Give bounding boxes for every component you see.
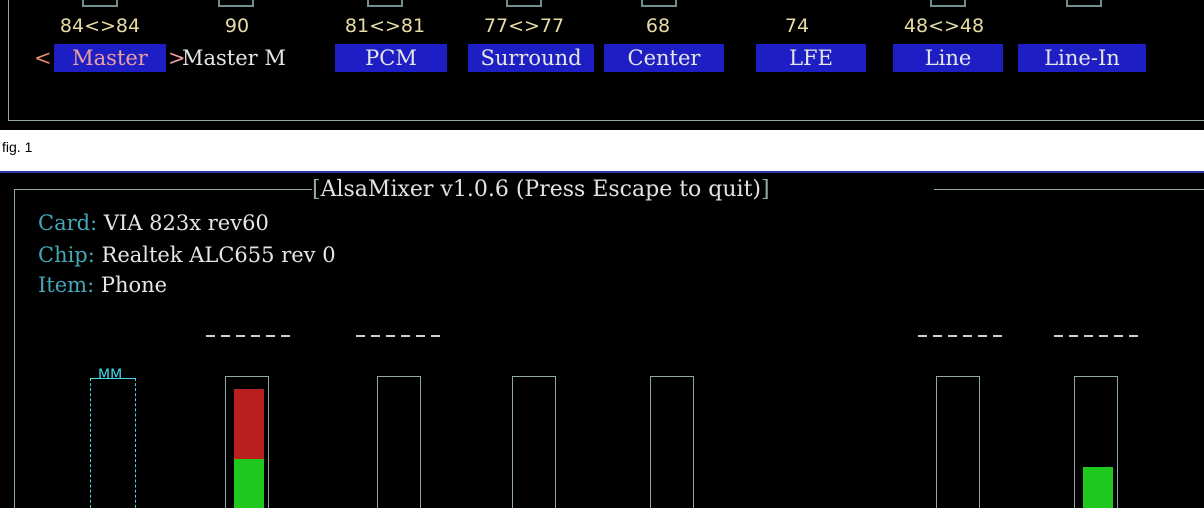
channel-master[interactable]: Master (54, 44, 166, 72)
slider-base (367, 0, 403, 7)
channel-dashes (356, 335, 444, 337)
slider-base (506, 0, 542, 7)
channel-center[interactable]: Center (604, 44, 724, 72)
card-info: Card: VIA 823x rev60 (38, 211, 269, 235)
channel-master-mono[interactable]: Master M (182, 44, 312, 72)
window-title: [AlsaMixer v1.0.6 (Press Escape to quit)… (312, 177, 770, 202)
window-top-edge (0, 171, 1204, 173)
slider-base (641, 0, 677, 7)
muted-slider[interactable] (90, 378, 136, 508)
frame-left (14, 189, 15, 508)
slider-base (218, 0, 254, 7)
channel-value-pcm: 81<>81 (344, 15, 426, 37)
channel-surround[interactable]: Surround (468, 44, 594, 72)
fig2-alsamixer-window: [AlsaMixer v1.0.6 (Press Escape to quit)… (0, 171, 1204, 508)
channel-lfe[interactable]: LFE (756, 44, 866, 72)
channel-value-master: 84<>84 (59, 15, 141, 37)
channel-dashes (918, 335, 1006, 337)
volume-slider[interactable] (225, 376, 269, 508)
volume-slider[interactable] (1074, 376, 1118, 508)
chip-info: Chip: Realtek ALC655 rev 0 (38, 243, 336, 267)
volume-slider[interactable] (650, 376, 694, 508)
figure-caption: fig. 1 (2, 139, 33, 155)
channel-value-surround: 77<>77 (483, 15, 565, 37)
slider-green-fill (1083, 467, 1113, 508)
slider-base (82, 0, 118, 7)
slider-base (930, 0, 966, 7)
fig1-mixer-panel: 84<>84 90 81<>81 77<>77 68 74 48<>48 < M… (0, 0, 1204, 130)
channel-value-lfe: 74 (784, 15, 810, 37)
frame-top-right (934, 189, 1204, 190)
slider-red-fill (234, 389, 264, 460)
channel-pcm[interactable]: PCM (335, 44, 447, 72)
item-info: Item: Phone (38, 273, 168, 297)
channel-value-line: 48<>48 (903, 15, 985, 37)
volume-slider[interactable] (512, 376, 556, 508)
slider-green-fill (234, 459, 264, 508)
selection-left-arrow: < (34, 46, 52, 70)
slider-base (1066, 0, 1102, 7)
bottom-border (8, 120, 1204, 121)
channel-line[interactable]: Line (893, 44, 1003, 72)
channel-dashes (206, 335, 294, 337)
volume-slider[interactable] (377, 376, 421, 508)
frame-top-left (14, 189, 312, 190)
channel-line-in[interactable]: Line-In (1018, 44, 1146, 72)
channel-value-center: 68 (645, 15, 671, 37)
channel-value-master-mono: 90 (224, 15, 250, 37)
volume-slider[interactable] (936, 376, 980, 508)
channel-dashes (1054, 335, 1142, 337)
left-border (8, 0, 9, 120)
